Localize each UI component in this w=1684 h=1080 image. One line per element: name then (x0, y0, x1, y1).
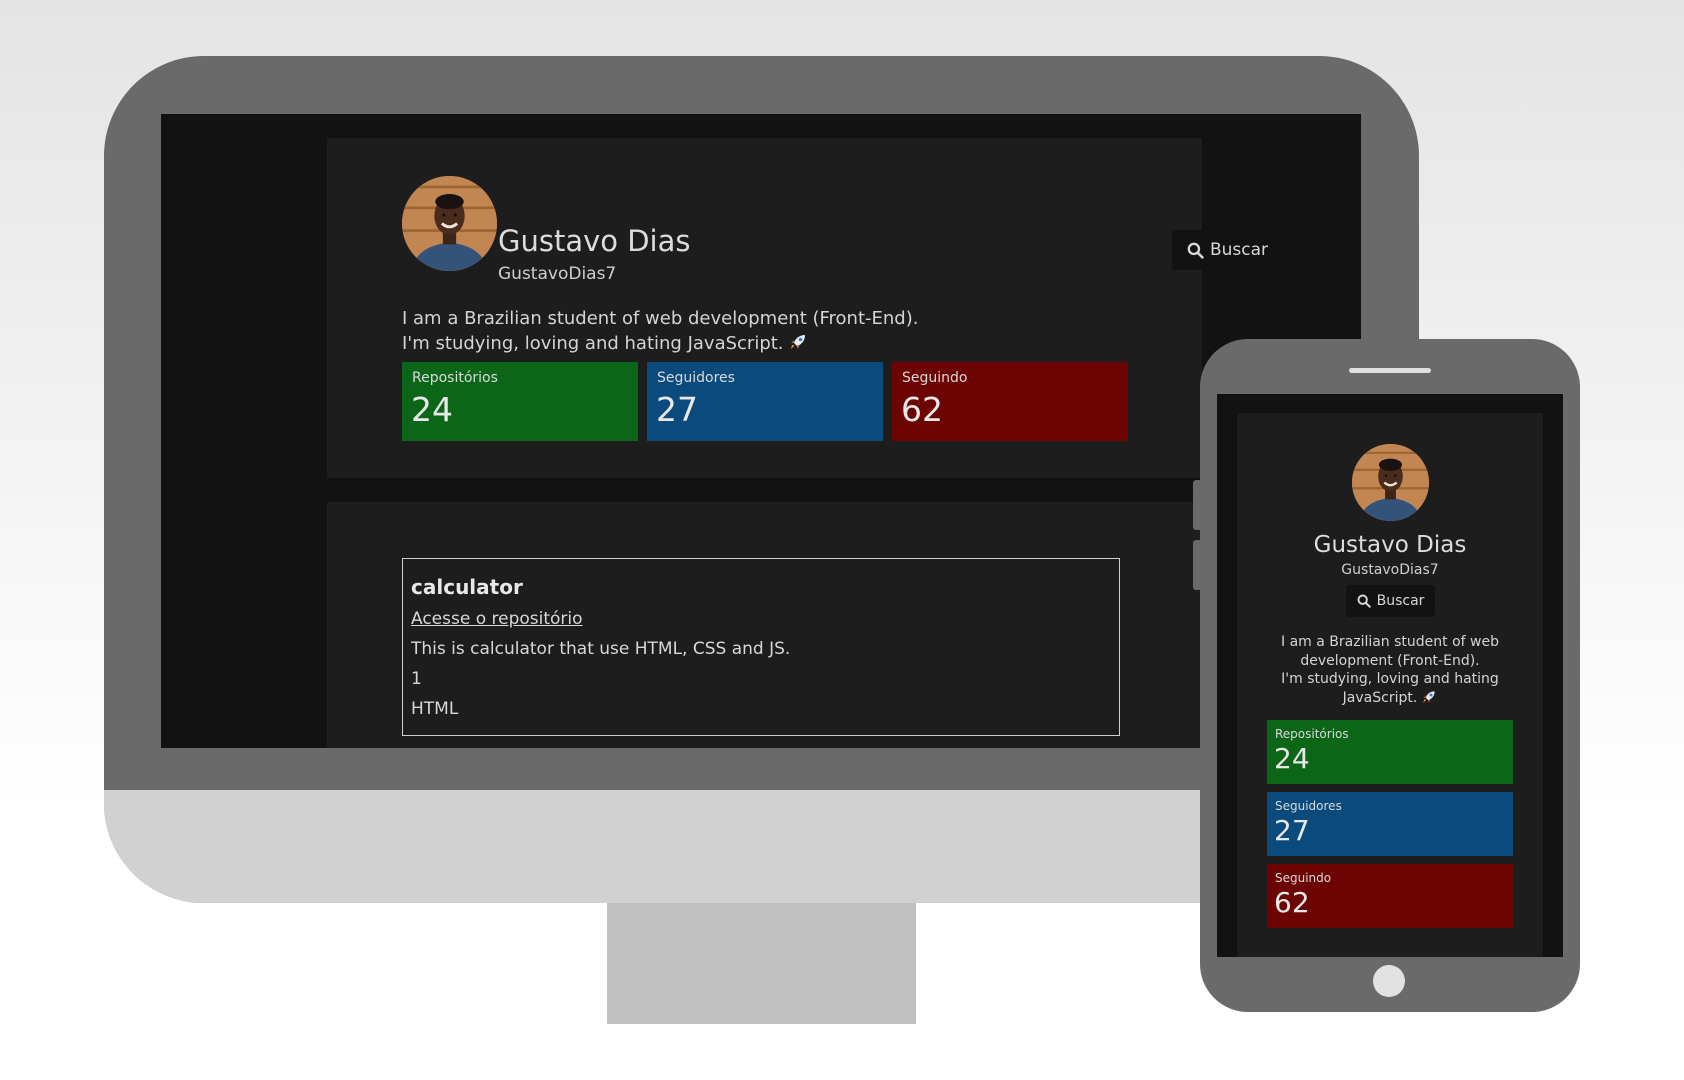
stat-followers[interactable]: Seguidores 27 (647, 362, 883, 441)
mobile-avatar (1352, 444, 1429, 521)
search-icon (1357, 594, 1371, 608)
search-icon (1187, 242, 1204, 259)
stat-label: Seguindo (902, 370, 968, 386)
stat-value: 62 (1274, 886, 1310, 919)
stat-value: 24 (1274, 742, 1310, 775)
desktop-screen: Gustavo Dias GustavoDias7 Buscar I am a … (161, 114, 1361, 748)
stat-value: 62 (901, 390, 943, 429)
stat-label: Seguidores (657, 370, 735, 386)
mobile-search-button[interactable]: Buscar (1346, 585, 1435, 617)
stat-value: 27 (656, 390, 698, 429)
mobile-profile-username: GustavoDias7 (1341, 562, 1439, 578)
mobile-bio-line: JavaScript. (1342, 689, 1418, 706)
mobile-search-label: Buscar (1376, 593, 1425, 609)
monitor-stand (607, 900, 916, 1024)
mobile-screen: Gustavo Dias GustavoDias7 Buscar I am a … (1217, 394, 1563, 957)
stat-label: Seguindo (1275, 871, 1332, 885)
stat-value: 27 (1274, 814, 1310, 847)
mobile-phone: Gustavo Dias GustavoDias7 Buscar I am a … (1200, 339, 1580, 1012)
mobile-profile-bio: I am a Brazilian student of web developm… (1255, 633, 1525, 707)
search-button[interactable]: Buscar (1172, 230, 1283, 270)
stat-label: Repositórios (412, 370, 498, 386)
search-button-label: Buscar (1209, 240, 1269, 260)
rocket-icon (1421, 689, 1437, 705)
phone-speaker (1349, 368, 1431, 373)
stat-repositories[interactable]: Repositórios 24 (402, 362, 638, 441)
repo-language: HTML (411, 699, 459, 719)
repositories-card: calculator Acesse o repositório This is … (327, 502, 1202, 748)
bio-line-1: I am a Brazilian student of web developm… (402, 308, 919, 329)
stat-label: Repositórios (1275, 727, 1349, 741)
mobile-profile-name: Gustavo Dias (1313, 532, 1467, 558)
profile-bio: I am a Brazilian student of web developm… (402, 306, 1162, 356)
rocket-icon (788, 332, 808, 352)
stat-value: 24 (411, 390, 453, 429)
stat-label: Seguidores (1275, 799, 1342, 813)
profile-card: Gustavo Dias GustavoDias7 Buscar I am a … (327, 138, 1283, 478)
mobile-stat-followers[interactable]: Seguidores 27 (1267, 792, 1513, 856)
bio-line-2: I'm studying, loving and hating JavaScri… (402, 333, 784, 354)
profile-username: GustavoDias7 (498, 264, 617, 284)
repo-description: This is calculator that use HTML, CSS an… (411, 639, 791, 659)
profile-name: Gustavo Dias (498, 224, 691, 258)
mobile-stat-following[interactable]: Seguindo 62 (1267, 864, 1513, 928)
mobile-bio-line: I am a Brazilian student of web (1281, 634, 1499, 650)
repo-stars: 1 (411, 669, 422, 689)
repo-name: calculator (411, 575, 523, 599)
avatar (402, 176, 497, 271)
mobile-bio-line: I'm studying, loving and hating (1281, 671, 1499, 687)
repo-item: calculator Acesse o repositório This is … (402, 558, 1120, 736)
phone-home-button[interactable] (1373, 965, 1405, 997)
mobile-stat-repositories[interactable]: Repositórios 24 (1267, 720, 1513, 784)
repo-link[interactable]: Acesse o repositório (411, 609, 583, 629)
mobile-profile-card: Gustavo Dias GustavoDias7 Buscar I am a … (1237, 413, 1543, 957)
stat-following[interactable]: Seguindo 62 (892, 362, 1128, 441)
mobile-bio-line: development (Front-End). (1300, 652, 1480, 669)
